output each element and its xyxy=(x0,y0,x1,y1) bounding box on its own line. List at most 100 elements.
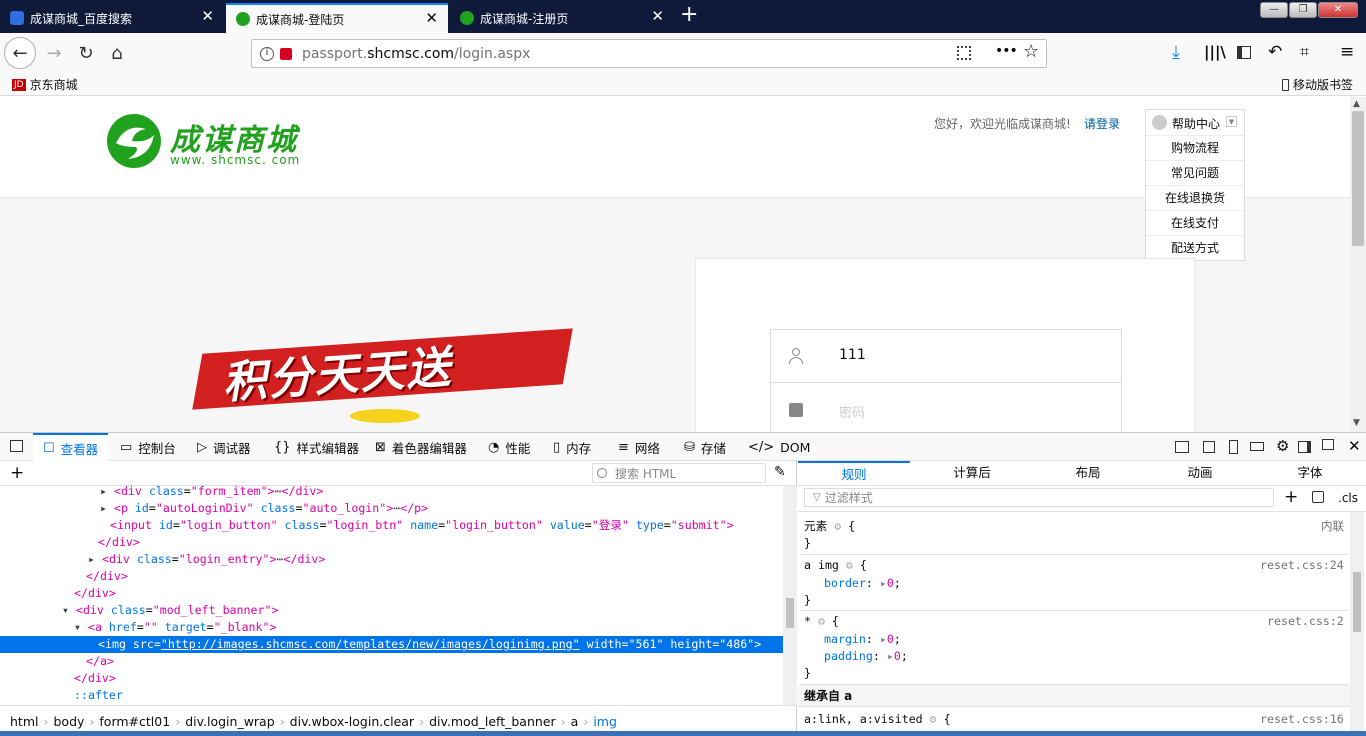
menu-icon[interactable]: ≡ xyxy=(1340,42,1354,62)
info-icon[interactable]: i xyxy=(260,46,274,61)
tab-console[interactable]: ▭ 控制台 xyxy=(120,433,176,461)
markup-line[interactable]: ▾ <a href="" target="_blank"> xyxy=(0,619,783,636)
tab-performance[interactable]: ◔ 性能 xyxy=(488,433,530,461)
markup-line[interactable]: ▸ <div class="form_item">⋯</div> xyxy=(0,483,783,500)
help-center-label[interactable]: 帮助中心 xyxy=(1172,115,1220,132)
tab-rules[interactable]: 规则 xyxy=(798,461,910,485)
help-item[interactable]: 购物流程 xyxy=(1146,135,1244,160)
bookmark-jd[interactable]: JD 京东商城 xyxy=(12,76,78,93)
pick-element-icon[interactable] xyxy=(10,440,23,452)
more-icon[interactable]: ••• xyxy=(995,43,1018,59)
library-icon[interactable]: |||\ xyxy=(1204,43,1226,61)
close-tab-icon[interactable]: ✕ xyxy=(425,11,438,26)
close-devtools-icon[interactable]: ✕ xyxy=(1348,437,1361,455)
markup-line[interactable]: </div> xyxy=(0,568,783,585)
ruler-icon[interactable] xyxy=(1250,442,1264,451)
rule-selector[interactable]: * ⚙ { xyxy=(804,613,839,630)
rule-source[interactable]: reset.css:16 xyxy=(1260,711,1344,728)
tab-fonts[interactable]: 字体 xyxy=(1254,461,1366,485)
markup-scrollbar[interactable] xyxy=(783,486,797,706)
tab-register[interactable]: 成谋商城-注册页 ✕ xyxy=(450,3,674,33)
close-tab-icon[interactable]: ✕ xyxy=(201,9,214,24)
rule-source[interactable]: reset.css:2 xyxy=(1267,613,1344,630)
mobile-bookmarks[interactable]: 移动版书签 xyxy=(1282,76,1353,93)
declaration[interactable]: border: ▸0; xyxy=(824,575,901,592)
close-tab-icon[interactable]: ✕ xyxy=(651,9,664,24)
pseudo-class-icon[interactable] xyxy=(1312,491,1324,503)
settings-icon[interactable]: ⚙ xyxy=(1276,437,1289,455)
tab-computed[interactable]: 计算后 xyxy=(916,461,1028,485)
tab-network[interactable]: ≡ 网络 xyxy=(618,433,660,461)
markup-line[interactable]: ▸ <p id="autoLoginDiv" class="auto_login… xyxy=(0,500,783,517)
breadcrumb-item[interactable]: body xyxy=(53,714,84,729)
dock-side-icon[interactable] xyxy=(1298,441,1311,453)
filter-styles-input[interactable]: ▽ 过滤样式 xyxy=(804,488,1274,507)
sidebar-icon[interactable] xyxy=(1237,46,1251,59)
tab-inspector[interactable]: ☐ 查看器 xyxy=(33,433,109,461)
reload-button[interactable]: ↻ xyxy=(72,39,100,67)
undo-icon[interactable]: ↶ xyxy=(1268,42,1282,62)
add-node-button[interactable]: + xyxy=(10,463,24,483)
responsive-icon[interactable] xyxy=(1203,441,1215,453)
undock-icon[interactable] xyxy=(1322,439,1334,450)
site-logo[interactable]: 成谋商城 www. shcmsc. com xyxy=(106,113,316,173)
split-console-icon[interactable] xyxy=(1175,441,1189,453)
markup-line[interactable]: </a> xyxy=(0,653,783,670)
tab-baidu[interactable]: 成谋商城_百度搜索 ✕ xyxy=(0,3,224,33)
password-row[interactable]: 密码 xyxy=(770,382,1122,432)
add-rule-button[interactable]: + xyxy=(1284,487,1298,507)
scroll-thumb[interactable] xyxy=(1352,111,1364,246)
rule-selector[interactable]: a img ⚙ { xyxy=(804,557,867,574)
help-center-menu[interactable]: 帮助中心 ▼ 购物流程 常见问题 在线退换货 在线支付 配送方式 xyxy=(1145,109,1245,261)
username-row[interactable]: 111 xyxy=(770,329,1122,382)
tab-layout[interactable]: 布局 xyxy=(1032,461,1144,485)
rule-source[interactable]: reset.css:24 xyxy=(1260,557,1344,574)
breadcrumb-item[interactable]: div.wbox-login.clear xyxy=(290,714,414,729)
help-item[interactable]: 在线退换货 xyxy=(1146,185,1244,210)
scroll-thumb[interactable] xyxy=(786,598,794,628)
breadcrumb-item[interactable]: div.login_wrap xyxy=(185,714,274,729)
qr-code-icon[interactable] xyxy=(957,46,971,60)
minimize-button[interactable]: — xyxy=(1260,2,1288,18)
device-icon[interactable] xyxy=(1229,440,1238,454)
help-item[interactable]: 配送方式 xyxy=(1146,235,1244,260)
chevron-down-icon[interactable]: ▼ xyxy=(1226,116,1237,127)
breadcrumb-item[interactable]: a xyxy=(571,714,579,729)
tab-style-editor[interactable]: {} 样式编辑器 xyxy=(274,433,359,461)
scroll-down-arrow[interactable]: ▼ xyxy=(1353,418,1360,428)
markup-line[interactable]: ::after xyxy=(0,687,783,704)
rules-scrollbar[interactable] xyxy=(1350,512,1364,736)
password-input[interactable]: 密码 xyxy=(839,402,865,421)
breadcrumb-item[interactable]: div.mod_left_banner xyxy=(429,714,556,729)
maximize-button[interactable]: ❐ xyxy=(1289,2,1317,18)
page-scrollbar[interactable]: ▲ ▼ xyxy=(1350,97,1366,432)
insecure-lock-icon[interactable] xyxy=(280,47,292,60)
search-html-input[interactable]: 搜索 HTML xyxy=(592,463,766,483)
login-link[interactable]: 请登录 xyxy=(1084,115,1120,132)
back-button[interactable]: ← xyxy=(4,37,36,69)
forward-button[interactable]: → xyxy=(40,39,68,67)
home-button[interactable]: ⌂ xyxy=(103,39,131,67)
scroll-up-arrow[interactable]: ▲ xyxy=(1353,99,1360,109)
declaration[interactable]: margin: ▸0; xyxy=(824,631,901,648)
download-icon[interactable]: ⤓ xyxy=(1172,42,1180,63)
eyedropper-icon[interactable]: ✎ xyxy=(774,464,786,480)
breadcrumb-item[interactable]: html xyxy=(10,714,38,729)
rule-selector[interactable]: 元素 ⚙ { xyxy=(804,518,855,535)
tab-shader-editor[interactable]: ⊠ 着色器编辑器 xyxy=(375,433,467,461)
crop-icon[interactable]: ⌗ xyxy=(1300,42,1309,62)
close-window-button[interactable]: ✕ xyxy=(1318,2,1358,18)
new-tab-button[interactable]: + xyxy=(680,4,698,26)
markup-line[interactable]: </div> xyxy=(0,534,783,551)
url-text[interactable]: passport.shcmsc.com/login.aspx xyxy=(302,46,530,62)
declaration[interactable]: padding: ▸0; xyxy=(824,648,908,665)
markup-line[interactable]: <input id="login_button" class="login_bt… xyxy=(0,517,783,534)
promo-banner[interactable]: 积分天天送 xyxy=(192,328,573,423)
markup-line-selected[interactable]: <img src="http://images.shcmsc.com/templ… xyxy=(0,636,783,653)
cls-toggle[interactable]: .cls xyxy=(1338,491,1358,505)
tab-login[interactable]: 成谋商城-登陆页 ✕ xyxy=(226,3,448,33)
tab-dom[interactable]: </> DOM xyxy=(748,433,810,461)
tab-memory[interactable]: ▯ 内存 xyxy=(553,433,591,461)
markup-line[interactable]: </div> xyxy=(0,670,783,687)
breadcrumb-item[interactable]: form#ctl01 xyxy=(99,714,170,729)
